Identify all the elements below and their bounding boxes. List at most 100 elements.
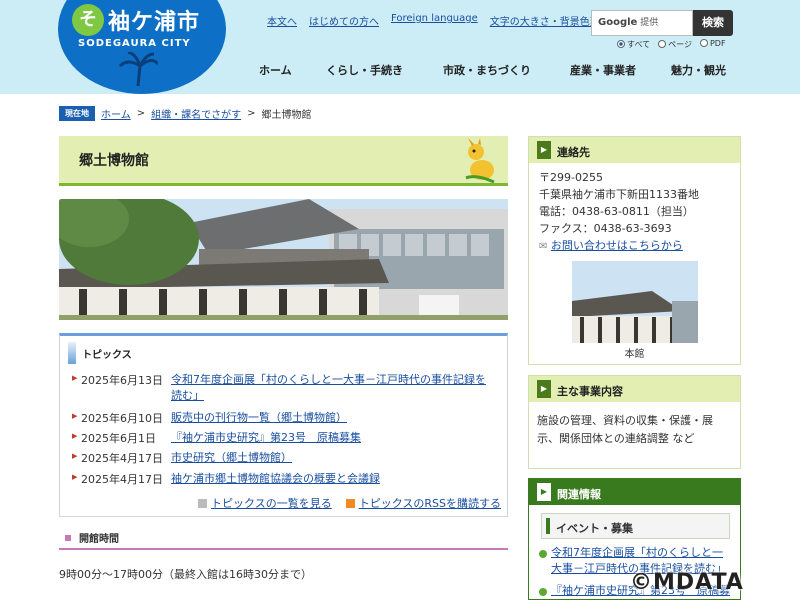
page-title-bar: 郷土博物館 [59,136,508,186]
museum-building-image [59,199,508,320]
business-title: 主な事業内容 [557,385,623,398]
related-title: 関連情報 [557,488,601,501]
topics-rss-link[interactable]: トピックスのRSSを購読する [359,497,501,510]
breadcrumb-current: 郷土博物館 [261,110,312,121]
contact-postal: 〒299-0255 [539,171,603,184]
bullet-icon [539,550,547,558]
search-brand: Google [598,17,638,28]
topic-date: 2025年4月17日 [81,452,163,465]
square-bullet-icon [65,535,71,541]
breadcrumb-org[interactable]: 組織・課名でさがす [151,106,241,121]
radio-icon [658,40,667,48]
mail-icon: ✉ [539,241,548,252]
global-nav: ホーム くらし・手続き 市政・まちづくり 産業・事業者 魅力・観光 [0,62,800,78]
bullet-icon [539,588,547,596]
business-description: 施設の管理、資料の収集・保護・展示、関係団体との連絡調整 など [537,414,713,445]
topics-bar-icon [68,342,76,364]
site-logo[interactable]: そ 袖ケ浦市 SODEGAURA CITY [58,0,226,94]
hours-title: 開館時間 [79,534,119,545]
nav-industry[interactable]: 産業・事業者 [570,62,636,78]
arrow-right-icon: ▶ [72,473,78,481]
foreign-language-link[interactable]: Foreign language [391,13,478,28]
search-input[interactable]: Google 提供 [591,10,693,36]
topics-title: トピックス [82,349,132,361]
topic-item: ▶ 2025年6月13日 令和7年度企画展「村のくらしと一大事－江戸時代の事件記… [72,372,491,404]
topics-footer: トピックスの一覧を見る トピックスのRSSを購読する [198,495,501,511]
skip-to-content-link[interactable]: 本文へ [267,13,297,28]
arrow-right-icon: ▶ [72,452,78,460]
arrow-right-icon: ▶ [537,141,551,159]
breadcrumb-sep: > [247,108,256,119]
contact-box: ▶ 連絡先 〒299-0255 千葉県袖ケ浦市下新田1133番地 電話：0438… [528,136,741,365]
contact-address: 千葉県袖ケ浦市下新田1133番地 [539,188,699,201]
topic-item: ▶ 2025年6月10日 販売中の刊行物一覧（郷土博物館） [72,410,491,426]
events-subheader: イベント・募集 [541,513,730,539]
topic-item: ▶ 2025年4月17日 市史研究（郷土博物館） [72,450,491,466]
search-scope-page[interactable]: ページ [658,39,692,50]
business-header: ▶ 主な事業内容 [529,376,740,402]
list-icon [198,499,208,508]
nav-tourism[interactable]: 魅力・観光 [671,62,726,78]
logo-city-name: 袖ケ浦市 [108,10,201,35]
nav-city-admin[interactable]: 市政・まちづくり [443,62,531,78]
topics-rss-link-wrap: トピックスのRSSを購読する [345,495,501,511]
contact-header: ▶ 連絡先 [529,137,740,163]
city-emblem-icon: そ [72,4,104,36]
hours-text: 9時00分～17時00分（最終入館は16時30分まで） [59,568,312,581]
breadcrumb-tag: 現在地 [59,106,95,121]
photo-caption: 本館 [624,349,645,360]
topic-link[interactable]: 販売中の刊行物一覧（郷土博物館） [171,410,491,426]
search-scope-all[interactable]: すべて [617,39,650,50]
topics-panel: トピックス ▶ 2025年6月13日 令和7年度企画展「村のくらしと一大事－江戸… [59,333,508,517]
site-header: そ 袖ケ浦市 SODEGAURA CITY 本文へ はじめての方へ Foreig… [0,0,800,94]
nav-living[interactable]: くらし・手続き [326,62,403,78]
breadcrumb: 現在地 ホーム > 組織・課名でさがす > 郷土博物館 [59,106,311,121]
contact-details: 〒299-0255 千葉県袖ケ浦市下新田1133番地 電話：0438-63-08… [529,163,740,255]
contact-tel: 電話：0438-63-0811（担当） [539,205,694,218]
topic-link[interactable]: 令和7年度企画展「村のくらしと一大事－江戸時代の事件記録を読む」 [171,372,491,404]
page-title: 郷土博物館 [79,153,149,169]
arrow-right-icon: ▶ [72,374,78,382]
search-scope-pdf[interactable]: PDF [699,39,726,50]
arrow-right-icon: ▶ [72,432,78,440]
hours-heading: 開館時間 [59,530,508,550]
business-box: ▶ 主な事業内容 施設の管理、資料の収集・保護・展示、関係団体との連絡調整 など [528,375,741,469]
breadcrumb-sep: > [136,108,146,119]
rss-icon [345,499,355,508]
topics-list-link[interactable]: トピックスの一覧を見る [211,497,332,510]
search-provided-label: 提供 [640,18,659,28]
watermark: ©MDATA [630,570,744,595]
mascot-icon [465,138,495,184]
info-icon: ▶ [537,483,551,501]
topic-date: 2025年6月10日 [81,412,163,425]
contact-title: 連絡先 [557,146,590,159]
nav-home[interactable]: ホーム [259,62,292,78]
topic-link[interactable]: 市史研究（郷土博物館） [171,450,491,466]
topic-item: ▶ 2025年4月17日 袖ケ浦市郷土博物館協議会の概要と会議録 [72,471,491,487]
main-building-photo [572,261,698,343]
radio-icon [699,39,708,47]
museum-photo [59,199,508,320]
radio-selected-icon [617,40,625,48]
building-thumbnail-image [572,261,698,343]
breadcrumb-home[interactable]: ホーム [101,106,131,121]
topic-link[interactable]: 袖ケ浦市郷土博物館協議会の概要と会議録 [171,471,491,487]
related-header: ▶ 関連情報 [529,479,740,505]
contact-fax: ファクス：0438-63-3693 [539,222,672,235]
search-button[interactable]: 検索 [693,10,733,36]
search-scope-options: すべて ページ PDF [617,39,726,50]
topic-item: ▶ 2025年6月1日 『袖ケ浦市史研究』第23号 原稿募集 [72,430,491,446]
topic-date: 2025年6月1日 [81,432,156,445]
utility-links: 本文へ はじめての方へ Foreign language 文字の大きさ・背景色変… [267,13,610,28]
topic-link[interactable]: 『袖ケ浦市史研究』第23号 原稿募集 [171,430,491,446]
topics-header: トピックス [68,342,132,364]
contact-inquiry-row: ✉ お問い合わせはこちらから [539,237,740,255]
arrow-right-icon: ▶ [72,412,78,420]
topics-list-link-wrap: トピックスの一覧を見る [198,495,332,511]
arrow-right-icon: ▶ [537,380,551,398]
first-visit-link[interactable]: はじめての方へ [309,13,379,28]
topic-date: 2025年6月13日 [81,374,163,387]
contact-inquiry-link[interactable]: お問い合わせはこちらから [551,239,683,252]
logo-english-name: SODEGAURA CITY [78,38,191,49]
topic-date: 2025年4月17日 [81,473,163,486]
